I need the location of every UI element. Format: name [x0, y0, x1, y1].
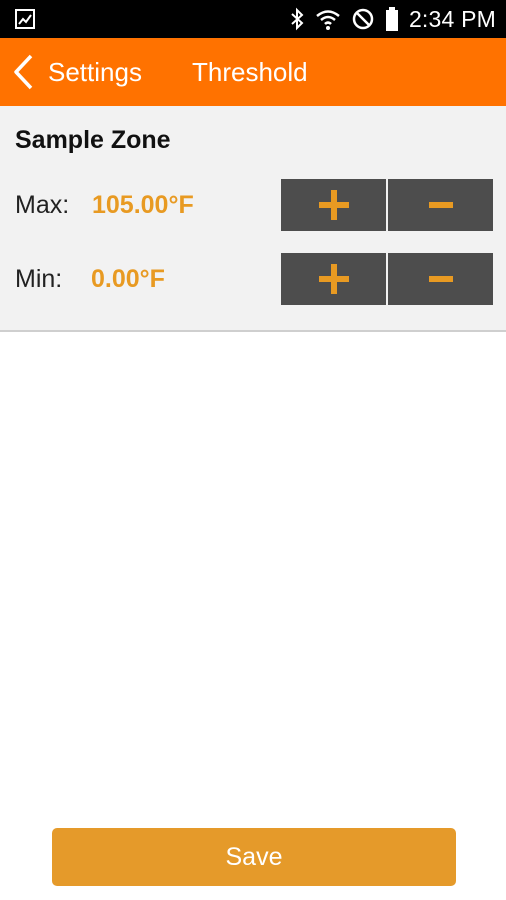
- plus-icon: [318, 264, 349, 294]
- status-time: 2:34 PM: [408, 5, 496, 32]
- zone-title: Sample Zone: [15, 126, 171, 154]
- minus-icon: [428, 202, 453, 208]
- chevron-left-icon: [10, 52, 36, 92]
- status-bar: 2:34 PM: [0, 0, 506, 38]
- max-stepper: [281, 179, 493, 231]
- max-label: Max:: [15, 191, 70, 219]
- min-stepper: [281, 253, 493, 305]
- image-notification-icon: [14, 8, 36, 30]
- max-threshold-row: Max: 105.00°F: [0, 179, 506, 231]
- max-value: 105.00°F: [92, 191, 194, 219]
- minus-icon: [428, 276, 453, 282]
- bluetooth-icon: [289, 7, 305, 31]
- back-button[interactable]: Settings: [10, 38, 142, 106]
- max-increase-button[interactable]: [281, 179, 386, 231]
- page-title: Threshold: [192, 57, 308, 87]
- max-decrease-button[interactable]: [388, 179, 493, 231]
- min-label: Min:: [15, 265, 63, 293]
- do-not-disturb-icon: [351, 7, 375, 31]
- battery-icon: [385, 6, 399, 32]
- wifi-icon: [315, 7, 341, 31]
- back-label: Settings: [48, 56, 142, 87]
- min-threshold-row: Min: 0.00°F: [0, 253, 506, 305]
- zone-panel: Sample Zone Max: 105.00°F Min: 0.00°F: [0, 106, 506, 332]
- save-button[interactable]: Save: [52, 828, 456, 886]
- min-value: 0.00°F: [91, 265, 165, 293]
- min-increase-button[interactable]: [281, 253, 386, 305]
- app-header: Settings Threshold: [0, 38, 506, 106]
- plus-icon: [318, 190, 349, 220]
- min-decrease-button[interactable]: [388, 253, 493, 305]
